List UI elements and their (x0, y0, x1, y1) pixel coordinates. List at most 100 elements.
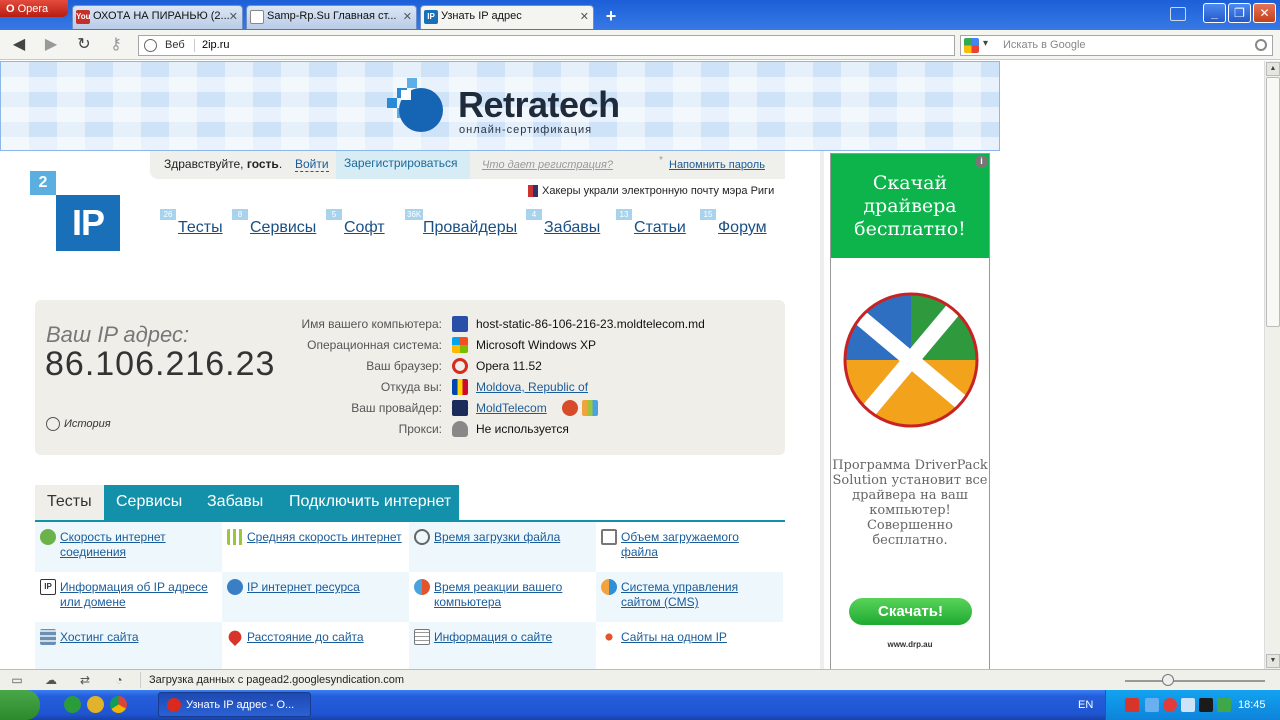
test-cell[interactable]: Сайты на одном IP (596, 622, 783, 669)
test-link[interactable]: Объем загружаемого файла (621, 530, 779, 560)
volume-icon[interactable] (1181, 698, 1195, 712)
test-link[interactable]: IP интернет ресурса (247, 580, 405, 595)
tab-services[interactable]: Сервисы (104, 485, 195, 521)
test-cell[interactable]: Информация о сайте (409, 622, 596, 669)
chevron-down-icon[interactable]: ▾ (983, 38, 988, 49)
test-link[interactable]: Расстояние до сайта (247, 630, 405, 645)
search-icon[interactable] (1255, 39, 1267, 51)
test-cell[interactable]: Время реакции вашего компьютера (409, 572, 596, 622)
2ip-logo[interactable]: 2 IP (30, 171, 122, 253)
nav-fun[interactable]: 4 Забавы (526, 209, 600, 237)
nav-services[interactable]: 8 Сервисы (232, 209, 316, 237)
zoom-slider-knob[interactable] (1162, 674, 1174, 686)
scroll-down-icon[interactable]: ▼ (1266, 654, 1280, 668)
panel-toggle-icon[interactable]: ▭ (10, 673, 24, 687)
test-cell[interactable]: Средняя скорость интернет (222, 522, 409, 572)
key-icon[interactable]: ⚷ (105, 35, 127, 55)
nav-label[interactable]: Провайдеры (423, 219, 517, 236)
close-tab-icon[interactable]: ✕ (403, 10, 412, 23)
google-icon[interactable] (964, 38, 979, 53)
test-link[interactable]: Информация об IP адресе или домене (60, 580, 218, 610)
test-link[interactable]: Сайты на одном IP (621, 630, 779, 645)
ad-site[interactable]: www.drp.au (831, 640, 989, 649)
ad-download-button[interactable]: Скачать! (849, 598, 972, 625)
speed-dial-icon[interactable]: ◔ (112, 673, 126, 687)
history-label[interactable]: История (64, 418, 111, 430)
test-cell[interactable]: Объем загружаемого файла (596, 522, 783, 572)
register-button[interactable]: Зарегистрироваться (336, 151, 470, 179)
tab-2ip[interactable]: IP Узнать IP адрес ✕ (420, 5, 594, 29)
start-button[interactable] (0, 690, 40, 720)
cloud-icon[interactable]: ☁ (44, 673, 58, 687)
login-link[interactable]: Войти (295, 157, 329, 172)
address-field[interactable]: Веб 2ip.ru (138, 35, 955, 56)
history-link[interactable]: История (46, 417, 111, 431)
utorrent-icon[interactable] (64, 696, 81, 713)
vertical-scrollbar[interactable]: ▲ ▼ (1264, 61, 1280, 669)
taskbar-clock[interactable]: 18:45 (1238, 699, 1266, 711)
test-link[interactable]: Скорость интернет соединения (60, 530, 218, 560)
tab-fun[interactable]: Забавы (195, 485, 277, 521)
nav-label[interactable]: Тесты (178, 219, 223, 236)
test-link[interactable]: Система управления сайтом (CMS) (621, 580, 779, 610)
network-tray-icon[interactable] (1145, 698, 1159, 712)
nav-tests[interactable]: 26 Тесты (160, 209, 223, 237)
retratech-banner[interactable]: Retratech онлайн-сертификация (0, 61, 1000, 151)
restore-button[interactable]: ❐ (1228, 3, 1251, 23)
nav-soft[interactable]: 5 Софт (326, 209, 385, 237)
test-cell[interactable]: Система управления сайтом (CMS) (596, 572, 783, 622)
driverpack-ad[interactable]: Скачай драйвера бесплатно! i Программа D… (830, 153, 990, 669)
news-ticker[interactable]: Хакеры украли электронную почту мэра Риг… (528, 185, 774, 198)
news-text[interactable]: Хакеры украли электронную почту мэра Риг… (542, 185, 774, 197)
avast-icon[interactable] (87, 696, 104, 713)
test-link[interactable]: Время реакции вашего компьютера (434, 580, 592, 610)
share-icon[interactable]: ⇄ (78, 673, 92, 687)
test-cell[interactable]: Расстояние до сайта (222, 622, 409, 669)
provider-link[interactable]: MoldTelecom (476, 401, 547, 415)
scroll-thumb[interactable] (1266, 77, 1280, 327)
tab-connect-internet[interactable]: Подключить интернет (277, 485, 459, 521)
chrome-icon[interactable] (110, 696, 127, 713)
antivirus-tray-icon[interactable] (1217, 698, 1231, 712)
stop-tray-icon[interactable] (1163, 698, 1177, 712)
location-link[interactable]: Moldova, Republic of (476, 380, 588, 394)
close-window-button[interactable]: ✕ (1253, 3, 1276, 23)
nav-label[interactable]: Форум (718, 219, 767, 236)
test-cell[interactable]: Хостинг сайта (35, 622, 222, 669)
nav-label[interactable]: Забавы (544, 219, 600, 236)
test-cell[interactable]: Скорость интернет соединения (35, 522, 222, 572)
nav-label[interactable]: Сервисы (250, 219, 316, 236)
test-link[interactable]: Информация о сайте (434, 630, 592, 645)
minimize-button[interactable]: _ (1203, 3, 1226, 23)
reload-button[interactable]: ↻ (73, 35, 95, 55)
bug-icon[interactable] (562, 400, 578, 416)
test-link[interactable]: Средняя скорость интернет (247, 530, 405, 545)
remind-password-link[interactable]: Напомнить пароль (669, 159, 765, 171)
test-cell[interactable]: Время загрузки файла (409, 522, 596, 572)
nav-forum[interactable]: 15 Форум (700, 209, 767, 237)
opera-menu-button[interactable]: O Opera (0, 0, 68, 17)
tab-youtube[interactable]: You ОХОТА НА ПИРАНЬЮ (2... ✕ (72, 5, 243, 29)
taskbar-opera-window[interactable]: Узнать IP адрес - O... (158, 692, 311, 717)
signal-bars-icon[interactable] (582, 400, 598, 416)
scroll-up-icon[interactable]: ▲ (1266, 62, 1280, 76)
tab-samp[interactable]: Samp-Rp.Su Главная ст... ✕ (246, 5, 417, 29)
tab-overview-icon[interactable] (1170, 7, 1186, 21)
tab-tests[interactable]: Тесты (35, 485, 104, 521)
zoom-slider[interactable] (1125, 680, 1265, 682)
test-link[interactable]: Хостинг сайта (60, 630, 218, 645)
nav-providers[interactable]: 36K Провайдеры (405, 209, 517, 237)
test-cell[interactable]: IP Информация об IP адресе или домене (35, 572, 222, 622)
nav-label[interactable]: Статьи (634, 219, 686, 236)
ad-headline[interactable]: Скачай драйвера бесплатно! (831, 154, 989, 258)
test-link[interactable]: Время загрузки файла (434, 530, 592, 545)
search-field[interactable]: ▾ Искать в Google (960, 35, 1273, 56)
test-cell[interactable]: IP интернет ресурса (222, 572, 409, 622)
back-button[interactable]: ◀ (8, 35, 30, 55)
close-tab-icon[interactable]: ✕ (580, 10, 589, 23)
why-register-link[interactable]: Что дает регистрация? (482, 159, 613, 171)
address-url[interactable]: 2ip.ru (202, 39, 230, 51)
nav-articles[interactable]: 13 Статьи (616, 209, 686, 237)
tray-app-icon[interactable] (1125, 698, 1139, 712)
nvidia-icon[interactable] (1199, 698, 1213, 712)
